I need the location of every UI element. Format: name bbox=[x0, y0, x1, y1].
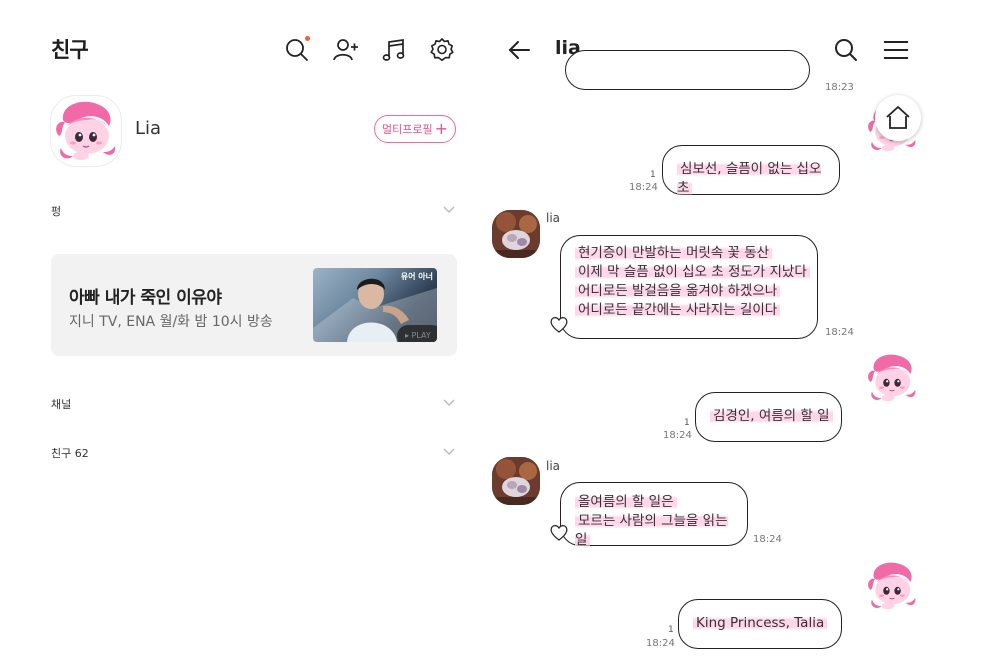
chat-panel: lia 18:23 심보선, 슬픔이 없는 십오 초 1 18:24 lia 현… bbox=[480, 0, 995, 658]
chat-bubble-me-3[interactable]: King Princess, Talia bbox=[678, 599, 842, 649]
lia-photo-image bbox=[492, 210, 540, 258]
home-button[interactable] bbox=[875, 95, 921, 141]
message-line: 올여름의 할 일은 bbox=[575, 494, 677, 510]
message-time: 18:24 bbox=[629, 182, 658, 193]
read-count: 1 bbox=[668, 625, 674, 635]
sender-name: lia bbox=[546, 211, 561, 225]
notification-dot bbox=[305, 36, 310, 41]
chevron-down-icon[interactable] bbox=[442, 447, 456, 457]
section-label-channel: 채널 bbox=[51, 398, 72, 411]
search-icon bbox=[835, 39, 857, 61]
multi-profile-label: 멀티프로필 bbox=[381, 123, 433, 136]
play-button[interactable]: ▸ PLAY bbox=[397, 325, 437, 342]
settings-icon bbox=[430, 38, 454, 61]
home-icon bbox=[886, 106, 910, 129]
message-time: 18:24 bbox=[753, 534, 782, 545]
heart-icon bbox=[549, 524, 569, 542]
lia-avatar[interactable] bbox=[492, 210, 540, 258]
music-button[interactable] bbox=[380, 36, 408, 64]
banner-title: 아빠 내가 죽인 이유야 bbox=[69, 288, 222, 308]
chat-bubble-other-2[interactable]: 올여름의 할 일은 모르는 사람의 그늘을 읽는 일 bbox=[560, 482, 748, 548]
message-time: 18:24 bbox=[825, 327, 854, 338]
chevron-down-icon[interactable] bbox=[442, 398, 456, 408]
message-line: 모르는 사람의 그늘을 읽는 일 bbox=[575, 513, 728, 548]
add-friend-icon bbox=[333, 39, 358, 61]
message-text: 김경인, 여름의 할 일 bbox=[710, 408, 833, 424]
read-count: 1 bbox=[684, 418, 690, 428]
banner-subtitle: 지니 TV, ENA 월/화 밤 10시 방송 bbox=[69, 314, 273, 330]
menu-icon bbox=[884, 41, 908, 59]
pony-avatar-image bbox=[51, 96, 121, 166]
sender-name: lia bbox=[546, 459, 561, 473]
my-profile-avatar[interactable] bbox=[50, 95, 122, 167]
music-icon bbox=[382, 39, 405, 61]
chat-bubble-me-1[interactable]: 심보선, 슬픔이 없는 십오 초 bbox=[662, 145, 840, 196]
settings-button[interactable] bbox=[428, 36, 456, 64]
my-pony-avatar bbox=[860, 558, 924, 614]
chat-bubble-other-1[interactable]: 현기증이 만발하는 머릿속 꽃 동산 이제 막 슬픔 없이 십오 초 정도가 지… bbox=[560, 235, 818, 339]
chevron-down-icon[interactable] bbox=[442, 205, 456, 215]
banner-thumbnail[interactable]: 유어 아너 ▸ PLAY bbox=[313, 268, 437, 342]
partial-message-bubble[interactable] bbox=[565, 50, 810, 90]
my-pony-avatar bbox=[860, 350, 924, 406]
back-button[interactable] bbox=[505, 36, 533, 64]
friends-title: 친구 bbox=[51, 38, 89, 62]
message-line: 현기증이 만발하는 머릿속 꽃 동산 bbox=[575, 245, 773, 261]
message-text: King Princess, Talia bbox=[693, 615, 828, 631]
lia-photo-image bbox=[492, 457, 540, 505]
heart-icon bbox=[549, 316, 569, 334]
drama-ad-banner[interactable]: 아빠 내가 죽인 이유야 지니 TV, ENA 월/화 밤 10시 방송 유어 … bbox=[51, 254, 457, 356]
read-count: 1 bbox=[650, 170, 656, 180]
message-text: 심보선, 슬픔이 없는 십오 초 bbox=[677, 161, 822, 196]
message-line: 어디로든 끝간에는 사라지는 길이다 bbox=[575, 302, 781, 318]
message-line: 어디로든 발걸음을 옮겨야 하겠으나 bbox=[575, 283, 781, 299]
message-time: 18:24 bbox=[646, 638, 675, 649]
friends-panel: 친구 Lia 멀티프로필 + 펑 아빠 내가 죽인 이유야 지니 TV, ENA … bbox=[0, 0, 480, 658]
add-friend-button[interactable] bbox=[331, 36, 359, 64]
plus-icon: + bbox=[434, 119, 448, 138]
chat-bubble-me-2[interactable]: 김경인, 여름의 할 일 bbox=[695, 392, 842, 442]
chat-search-button[interactable] bbox=[832, 36, 860, 64]
search-button[interactable] bbox=[283, 36, 311, 64]
message-time: 18:23 bbox=[825, 82, 854, 93]
back-arrow-icon bbox=[509, 41, 530, 59]
section-label-friends: 친구 62 bbox=[51, 447, 89, 460]
message-time: 18:24 bbox=[663, 430, 692, 441]
lia-avatar[interactable] bbox=[492, 457, 540, 505]
chat-menu-button[interactable] bbox=[882, 36, 910, 64]
message-line: 이제 막 슬픔 없이 십오 초 정도가 지났다 bbox=[575, 264, 810, 280]
section-label-first: 펑 bbox=[51, 205, 62, 218]
drama-logo: 유어 아너 bbox=[400, 272, 433, 281]
my-profile-name[interactable]: Lia bbox=[135, 118, 161, 139]
multi-profile-button[interactable]: 멀티프로필 + bbox=[374, 115, 456, 143]
